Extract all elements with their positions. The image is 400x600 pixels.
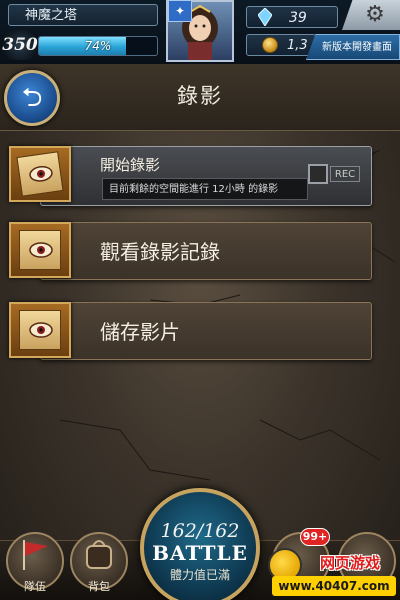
player-level: 350 — [0, 30, 40, 60]
new-version-button[interactable]: 新版本開發畫面 — [306, 34, 400, 60]
save-video-label: 儲存影片 — [100, 320, 180, 344]
gear-icon[interactable]: ⚙ — [362, 2, 388, 28]
save-video-tile — [9, 302, 71, 358]
card-icon: ✦ — [168, 0, 192, 22]
exp-percent: 74% — [84, 39, 112, 53]
eye-icon — [29, 322, 53, 338]
eye-icon — [29, 242, 53, 258]
coin-icon — [262, 37, 278, 53]
rec-checkbox[interactable] — [308, 164, 328, 184]
rec-toggle[interactable]: REC — [308, 162, 362, 186]
view-recordings-label: 觀看錄影記錄 — [100, 240, 220, 264]
coin-count: 1,3 — [246, 34, 316, 56]
team-label: 隊伍 — [24, 580, 46, 593]
start-recording-tile — [9, 146, 71, 202]
save-video-item[interactable] — [40, 302, 372, 360]
bag-label: 背包 — [88, 580, 110, 593]
top-hud: 神魔之塔 350 74% ✦ 39 1,3 ⚙ 新版本開發畫面 — [0, 0, 400, 64]
page-title: 錄影 — [177, 84, 223, 108]
diamond-icon — [258, 8, 272, 26]
eye-icon — [29, 166, 53, 182]
notification-badge: 99+ — [300, 528, 330, 546]
battle-label: BATTLE — [152, 541, 248, 565]
backpack-icon — [86, 540, 112, 569]
exp-bar: 74% — [38, 36, 158, 56]
game-title: 神魔之塔 — [8, 4, 158, 26]
recording-space-info: 目前剩餘的空間能進行 12小時 的錄影 — [102, 178, 308, 200]
rec-label: REC — [330, 166, 360, 182]
stamina-value: 162/162 — [160, 520, 240, 542]
start-recording-label: 開始錄影 — [100, 156, 161, 174]
flag-icon — [23, 540, 48, 570]
view-recordings-tile — [9, 222, 71, 278]
watermark-url: www.40407.com — [272, 576, 396, 596]
game-screen: 神魔之塔 350 74% ✦ 39 1,3 ⚙ 新版本開發畫面 ⮌ 錄影 開始錄… — [0, 0, 400, 600]
watermark-title: 网页游戏 — [319, 554, 380, 572]
stamina-status: 體力值已滿 — [169, 568, 230, 582]
